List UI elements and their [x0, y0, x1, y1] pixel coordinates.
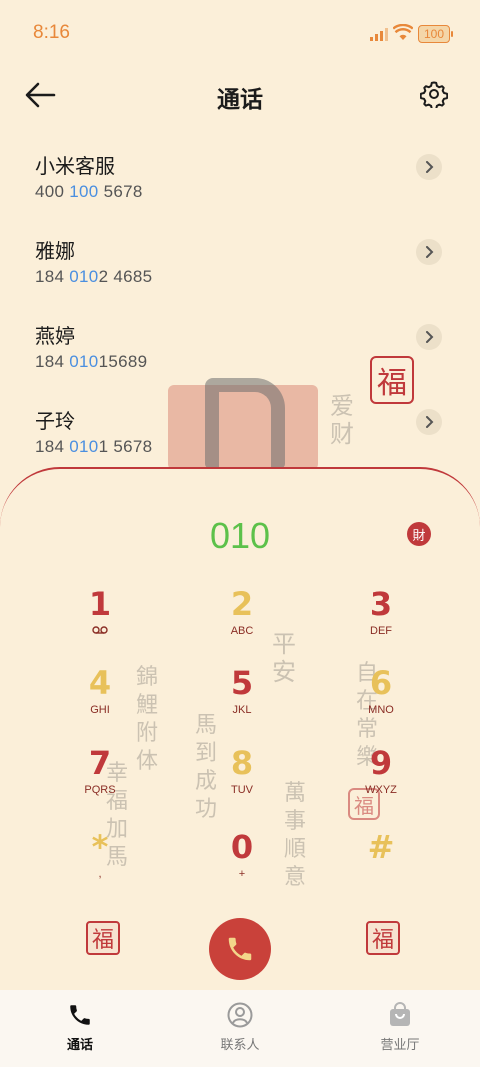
cai-badge-icon[interactable]: 財: [407, 522, 431, 546]
dial-key-6[interactable]: 6 MNO: [326, 664, 436, 736]
list-item[interactable]: 燕婷 184 01015689: [0, 320, 480, 400]
contact-name: 子玲: [35, 411, 75, 433]
chevron-right-icon[interactable]: [416, 324, 442, 350]
fu-seal-button[interactable]: 福: [366, 921, 400, 955]
call-button[interactable]: [209, 918, 271, 980]
tab-label: 营业厅: [380, 1037, 420, 1052]
tab-label: 联系人: [220, 1037, 260, 1052]
status-time: 8:16: [33, 22, 70, 43]
list-item[interactable]: 小米客服 400 100 5678: [0, 150, 480, 230]
dial-key-8[interactable]: 8 TUV: [187, 744, 297, 816]
cellular-signal-icon: [370, 28, 388, 41]
tab-contacts[interactable]: 联系人: [160, 990, 320, 1067]
list-item[interactable]: 雅娜 184 0102 4685: [0, 235, 480, 315]
dial-key-7[interactable]: 7 PQRS: [45, 744, 155, 816]
dial-key-2[interactable]: 2 ABC: [187, 585, 297, 657]
dial-key-hash[interactable]: #: [326, 828, 436, 900]
contact-number: 184 0102 4685: [35, 267, 153, 286]
chevron-right-icon[interactable]: [416, 409, 442, 435]
bottom-navigation: 通话 联系人 营业厅: [0, 990, 480, 1067]
dial-key-0[interactable]: 0 +: [187, 828, 297, 900]
dial-key-star[interactable]: * ,: [45, 828, 155, 900]
dial-key-3[interactable]: 3 DEF: [326, 585, 436, 657]
phone-icon: [70, 1005, 90, 1025]
voicemail-icon: [45, 625, 155, 637]
wifi-icon: [393, 24, 413, 40]
contact-name: 雅娜: [35, 241, 75, 263]
tab-calls[interactable]: 通话: [0, 990, 160, 1067]
contact-name: 小米客服: [35, 156, 115, 178]
dial-key-4[interactable]: 4 GHI: [45, 664, 155, 736]
shopping-bag-icon: [390, 1002, 410, 1026]
chevron-right-icon[interactable]: [416, 239, 442, 265]
page-title: 通话: [217, 86, 263, 112]
contact-number: 400 100 5678: [35, 182, 143, 201]
contact-name: 燕婷: [35, 326, 75, 348]
contact-number: 184 0101 5678: [35, 437, 153, 456]
dial-key-5[interactable]: 5 JKL: [187, 664, 297, 736]
gear-icon[interactable]: [420, 80, 448, 108]
dial-key-1[interactable]: 1: [45, 585, 155, 657]
chevron-right-icon[interactable]: [416, 154, 442, 180]
fu-seal-button[interactable]: 福: [86, 921, 120, 955]
status-bar: 8:16 100: [0, 0, 480, 66]
person-icon: [227, 1002, 253, 1028]
dial-key-9[interactable]: 9 WXYZ: [326, 744, 436, 816]
phone-icon: [228, 937, 252, 961]
tab-label: 通话: [66, 1037, 93, 1052]
contact-number: 184 01015689: [35, 352, 148, 371]
tab-service-hall[interactable]: 营业厅: [320, 990, 480, 1067]
battery-indicator: 100: [418, 25, 453, 43]
